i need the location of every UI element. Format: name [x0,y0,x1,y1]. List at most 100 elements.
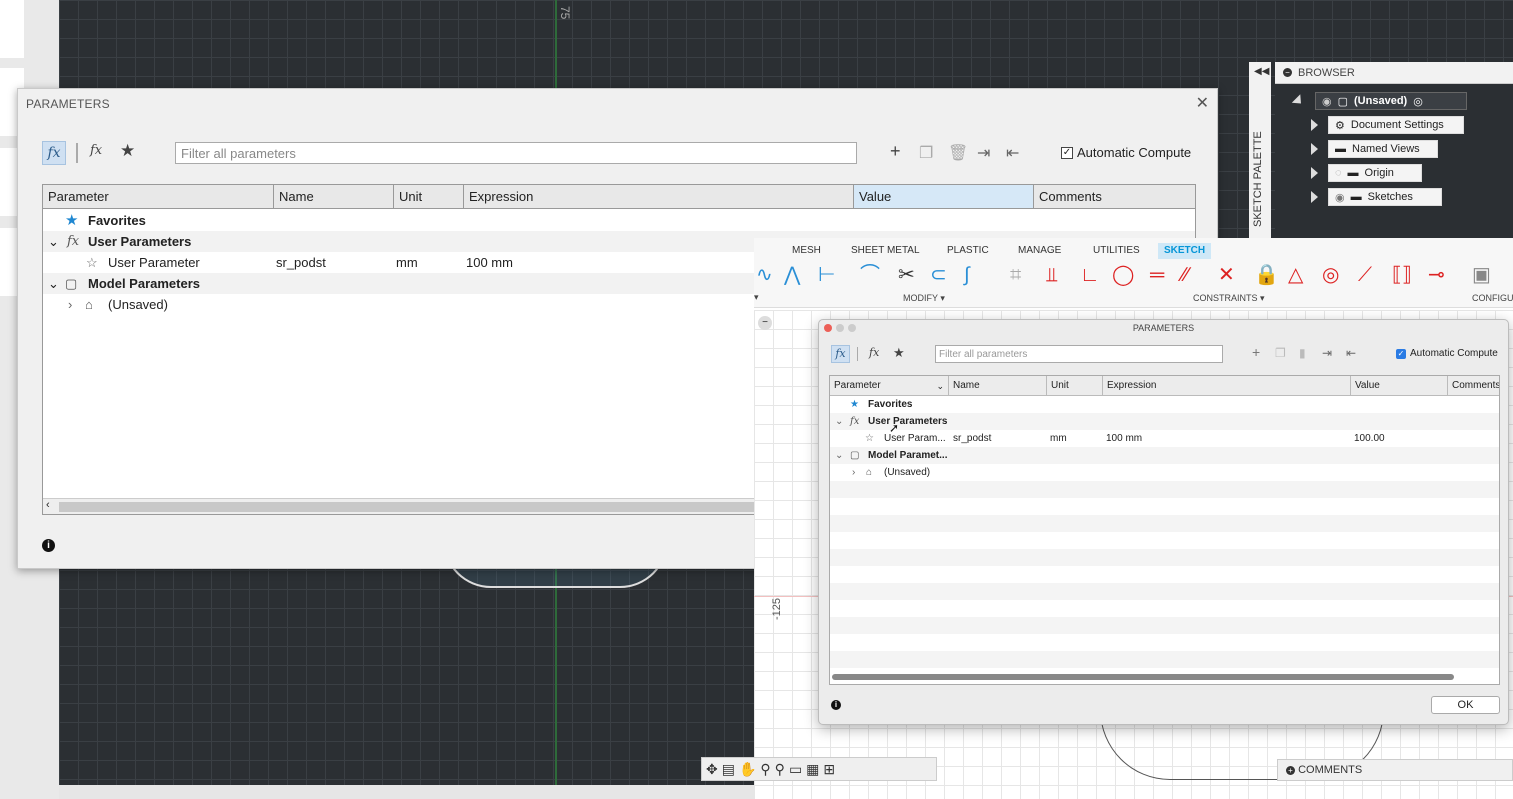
star-icon[interactable]: ★ [893,345,905,361]
cell-name[interactable]: sr_podst [276,252,326,273]
import-icon[interactable]: ⇥ [1322,346,1332,360]
lock-icon[interactable]: 🔒 [1254,262,1279,288]
chevron-down-icon[interactable]: ⌄ [48,231,59,252]
browser-item-origin[interactable]: ◌ ▬ Origin [1328,164,1422,182]
ok-button[interactable]: OK [1431,696,1500,714]
grid-icon[interactable]: ▦ [806,761,819,778]
automatic-compute-checkbox[interactable]: ✓ Automatic Compute [1396,348,1498,359]
favorites-row[interactable]: ★ Favorites [43,210,1195,231]
tab-plastic[interactable]: PLASTIC [947,243,989,259]
concentric-icon[interactable]: ◎ [1322,262,1339,288]
display-settings-icon[interactable]: ▭ [789,761,802,778]
collapse-minus-icon[interactable]: − [1283,68,1292,77]
trim-icon[interactable]: ✂ [898,262,915,288]
constraints-group-label[interactable]: CONSTRAINTS ▾ [1193,293,1265,304]
cell-unit[interactable]: mm [1050,430,1067,447]
column-header-unit[interactable]: Unit [1047,376,1103,396]
triangle-icon[interactable]: △ [1288,262,1303,288]
tab-mesh[interactable]: MESH [792,243,821,259]
column-header-value[interactable]: Value [854,185,1034,209]
checkbox-checked-icon[interactable]: ✓ [1061,146,1073,159]
info-icon[interactable]: i [42,539,55,552]
browser-item-named-views[interactable]: ▬ Named Views [1328,140,1438,158]
fx-all-parameters-icon[interactable]: fx [42,141,66,165]
expand-icon[interactable] [1311,119,1318,131]
expand-root-icon[interactable] [1291,94,1306,108]
user-parameters-row[interactable]: ⌄ fx User Parameters [830,413,1499,430]
configure-icon[interactable]: ▣ [1472,262,1491,288]
delete-icon[interactable]: 🗑 [948,143,968,163]
model-parameters-row[interactable]: ⌄ ▢ Model Paramet... [830,447,1499,464]
dropdown-icon[interactable]: ▾ [754,292,759,303]
column-header-name[interactable]: Name [274,185,394,209]
zoom-icon[interactable]: ⚲ [760,761,770,778]
tab-manage[interactable]: MANAGE [1018,243,1061,259]
column-header-parameter[interactable]: Parameter ⌄ [830,376,949,396]
cell-expression[interactable]: 100 mm [466,252,513,273]
browser-item-document-settings[interactable]: ⚙ Document Settings [1328,116,1464,134]
column-header-name[interactable]: Name [949,376,1047,396]
delete-icon[interactable]: ▮ [1299,346,1306,360]
star-outline-icon[interactable]: ☆ [86,252,98,273]
offset-icon[interactable]: ⊂ [930,262,947,288]
column-header-expression[interactable]: Expression [1103,376,1351,396]
fx-all-parameters-icon[interactable]: fx [831,345,850,363]
viewports-icon[interactable]: ⊞ [823,761,835,778]
fx-user-parameters-icon[interactable]: fx [869,346,879,359]
add-icon[interactable]: + [890,141,901,162]
collinear-icon[interactable]: ✕ [1218,262,1235,288]
favorites-row[interactable]: ★ Favorites [830,396,1499,413]
browser-item-sketches[interactable]: ◉ ▬ Sketches [1328,188,1442,206]
add-circle-icon[interactable]: + [1286,766,1295,775]
comments-panel[interactable]: + COMMENTS [1277,759,1513,781]
equal-icon[interactable]: ═ [1150,262,1164,288]
expand-icon[interactable] [1311,143,1318,155]
modify-group-label[interactable]: MODIFY ▾ [903,293,945,304]
activate-icon[interactable]: ◎ [1413,95,1423,108]
info-icon[interactable]: i [831,700,841,710]
horizontal-scrollbar[interactable] [832,674,1454,680]
chevron-down-icon[interactable]: ⌄ [936,376,944,396]
expand-icon[interactable] [1311,167,1318,179]
browser-header[interactable]: − BROWSER [1275,62,1513,84]
cell-unit[interactable]: mm [396,252,418,273]
tab-sketch[interactable]: SKETCH [1158,243,1212,259]
mirror-icon[interactable]: ⋀ [784,262,800,288]
curve-icon[interactable]: ∫ [964,262,969,288]
eye-icon[interactable]: ◉ [1335,191,1345,204]
column-header-comments[interactable]: Comments [1034,185,1195,209]
scroll-left-icon[interactable]: ‹ [46,499,50,511]
copy-icon[interactable]: ❐ [1275,346,1286,360]
star-icon[interactable]: ★ [120,141,135,161]
collapse-icon[interactable]: ◀◀ [1254,66,1269,77]
expand-icon[interactable] [1311,191,1318,203]
chevron-down-icon[interactable]: ⌄ [835,413,843,430]
export-icon[interactable]: ⇤ [1006,143,1019,163]
table-row[interactable]: ☆ User Param... sr_podst mm 100 mm 100.0… [830,430,1499,447]
chevron-down-icon[interactable]: ⌄ [48,273,59,294]
configure-group-label[interactable]: CONFIGU [1472,293,1513,303]
column-header-value[interactable]: Value [1351,376,1448,396]
sketch-palette-tab[interactable]: ◀◀ SKETCH PALETTE [1249,62,1271,238]
fit-icon[interactable]: ⚲ [775,761,785,778]
midpoint-icon[interactable]: ⟋ [1358,262,1372,288]
export-icon[interactable]: ⇤ [1346,346,1356,360]
eye-icon[interactable]: ◉ [1322,95,1332,108]
column-header-comments[interactable]: Comments [1448,376,1499,396]
horizontal-icon[interactable]: ⊸ [1428,262,1445,288]
chevron-down-icon[interactable]: ⌄ [835,447,843,464]
eye-hidden-icon[interactable]: ◌ [1335,167,1342,179]
column-header-parameter[interactable]: Parameter [43,185,274,209]
collapse-minus-icon[interactable]: − [758,316,772,330]
dimension-icon[interactable]: ⊢ [818,262,835,288]
chevron-right-icon[interactable]: › [852,464,855,481]
fillet-icon[interactable]: ⌒ [860,262,880,288]
import-icon[interactable]: ⇥ [977,143,990,163]
spline-icon[interactable]: ∿ [756,262,773,288]
fx-user-parameters-icon[interactable]: fx [90,143,102,158]
perpendicular-icon[interactable]: ∟ [1080,262,1100,288]
tangent-icon[interactable]: ◯ [1112,262,1134,288]
tab-utilities[interactable]: UTILITIES [1093,243,1140,259]
star-outline-icon[interactable]: ☆ [865,430,874,447]
coincident-icon[interactable]: ⫫ [1046,262,1057,288]
